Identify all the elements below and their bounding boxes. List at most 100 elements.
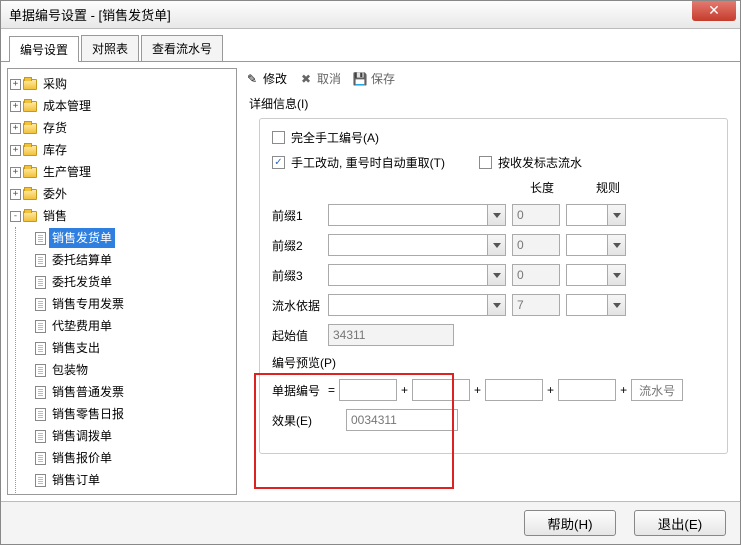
serial-basis-rule-combo[interactable] xyxy=(566,294,626,316)
tree-folder[interactable]: 采购 xyxy=(40,74,70,94)
length-header: 长度 xyxy=(512,179,572,196)
manual-numbering-checkbox[interactable] xyxy=(272,131,285,144)
prefix-label-1: 前缀1 xyxy=(272,207,322,224)
tree-item[interactable]: 销售订单 xyxy=(49,470,103,490)
tree-folder[interactable]: 成本管理 xyxy=(40,96,94,116)
modify-button[interactable]: ✎ 修改 xyxy=(245,70,287,87)
tree-expander-icon[interactable]: + xyxy=(10,167,21,178)
tree-item[interactable]: 代垫费用单 xyxy=(49,316,115,336)
tree-expander-icon[interactable]: + xyxy=(10,189,21,200)
category-tree[interactable]: + 采购 + 成本管理 + 存货 + 库存 + 生产管理 + 委外 - 销售 销售发货单委托结算单委托… xyxy=(7,68,237,495)
tab-view-serial[interactable]: 查看流水号 xyxy=(141,35,223,61)
preview-seg-3 xyxy=(485,379,543,401)
tree-expander-icon[interactable]: + xyxy=(10,123,21,134)
chevron-down-icon xyxy=(607,235,625,255)
folder-icon xyxy=(23,167,37,178)
effect-value-field: 0034311 xyxy=(346,409,458,431)
edit-icon: ✎ xyxy=(245,72,259,86)
tree-item[interactable]: 委托发货单 xyxy=(49,272,115,292)
tree-folder-sales[interactable]: 销售 xyxy=(40,206,70,226)
window-titlebar: 单据编号设置 - [销售发货单] ✕ xyxy=(1,1,740,29)
tree-item[interactable]: 委托结算单 xyxy=(49,250,115,270)
tab-mapping-table[interactable]: 对照表 xyxy=(81,35,139,61)
prefix-3-length-field[interactable]: 0 xyxy=(512,264,560,286)
serial-basis-length-field[interactable]: 7 xyxy=(512,294,560,316)
main-tabs: 编号设置 对照表 查看流水号 xyxy=(1,29,740,62)
prefix-label-2: 前缀2 xyxy=(272,237,322,254)
folder-icon xyxy=(23,211,37,222)
tree-item[interactable]: 销售发货单 xyxy=(49,228,115,248)
cancel-icon: ✖ xyxy=(299,72,313,86)
tree-item[interactable]: 销售专用发票 xyxy=(49,294,127,314)
tree-item[interactable]: 销售支出 xyxy=(49,338,103,358)
prefix-2-combo[interactable] xyxy=(328,234,506,256)
chevron-down-icon xyxy=(607,205,625,225)
serial-basis-combo[interactable] xyxy=(328,294,506,316)
tree-folder[interactable]: 委外 xyxy=(40,184,70,204)
tree-expander-icon[interactable]: + xyxy=(10,79,21,90)
folder-icon xyxy=(23,189,37,200)
document-icon xyxy=(35,254,46,267)
chevron-down-icon xyxy=(487,295,505,315)
tree-folder[interactable]: 库存 xyxy=(40,140,70,160)
tree-expander-icon[interactable]: - xyxy=(10,211,21,222)
start-value-label: 起始值 xyxy=(272,327,322,344)
auto-retake-checkbox[interactable]: ✓ xyxy=(272,156,285,169)
prefix-1-combo[interactable] xyxy=(328,204,506,226)
preview-seg-4 xyxy=(558,379,616,401)
tree-item[interactable]: 销售普通发票 xyxy=(49,382,127,402)
effect-label: 效果(E) xyxy=(272,412,324,429)
preview-seg-1 xyxy=(339,379,397,401)
prefix-3-rule-combo[interactable] xyxy=(566,264,626,286)
document-icon xyxy=(35,298,46,311)
tree-item[interactable]: 销售调拨单 xyxy=(49,426,115,446)
document-icon xyxy=(35,430,46,443)
document-icon xyxy=(35,452,46,465)
tree-item[interactable]: 包装物 xyxy=(49,360,91,380)
folder-icon xyxy=(23,123,37,134)
chevron-down-icon xyxy=(607,295,625,315)
folder-icon xyxy=(23,101,37,112)
cancel-button[interactable]: ✖ 取消 xyxy=(299,70,341,87)
tree-item[interactable]: 销售零售日报 xyxy=(49,404,127,424)
preview-label: 编号预览(P) xyxy=(272,354,336,371)
window-title: 单据编号设置 - [销售发货单] xyxy=(9,8,171,23)
tree-item[interactable]: 销售报价单 xyxy=(49,448,115,468)
chevron-down-icon xyxy=(487,205,505,225)
document-icon xyxy=(35,408,46,421)
prefix-2-length-field[interactable]: 0 xyxy=(512,234,560,256)
tree-item[interactable]: 样品接单管理 xyxy=(49,492,127,495)
document-icon xyxy=(35,276,46,289)
prefix-1-length-field[interactable]: 0 xyxy=(512,204,560,226)
serial-basis-label: 流水依据 xyxy=(272,297,322,314)
tree-expander-icon[interactable]: + xyxy=(10,101,21,112)
folder-icon xyxy=(23,145,37,156)
tab-numbering-settings[interactable]: 编号设置 xyxy=(9,36,79,62)
tree-expander-icon[interactable]: + xyxy=(10,145,21,156)
manual-numbering-label: 完全手工编号(A) xyxy=(291,129,379,146)
help-button[interactable]: 帮助(H) xyxy=(524,510,616,536)
prefix-1-rule-combo[interactable] xyxy=(566,204,626,226)
preview-serial-label: 流水号 xyxy=(631,379,683,401)
document-icon xyxy=(35,232,46,245)
auto-retake-label: 手工改动, 重号时自动重取(T) xyxy=(291,154,445,171)
chevron-down-icon xyxy=(487,235,505,255)
tree-folder[interactable]: 生产管理 xyxy=(40,162,94,182)
preview-seg-2 xyxy=(412,379,470,401)
rule-header: 规则 xyxy=(578,179,638,196)
document-icon xyxy=(35,364,46,377)
exit-button[interactable]: 退出(E) xyxy=(634,510,726,536)
save-button[interactable]: 💾 保存 xyxy=(353,70,395,87)
tree-folder[interactable]: 存货 xyxy=(40,118,70,138)
prefix-3-combo[interactable] xyxy=(328,264,506,286)
document-icon xyxy=(35,474,46,487)
document-icon xyxy=(35,386,46,399)
chevron-down-icon xyxy=(487,265,505,285)
prefix-label-3: 前缀3 xyxy=(272,267,322,284)
start-value-field[interactable]: 34311 xyxy=(328,324,454,346)
window-close-button[interactable]: ✕ xyxy=(692,1,736,21)
prefix-2-rule-combo[interactable] xyxy=(566,234,626,256)
folder-icon xyxy=(23,79,37,90)
document-icon xyxy=(35,320,46,333)
receipt-flag-checkbox[interactable] xyxy=(479,156,492,169)
